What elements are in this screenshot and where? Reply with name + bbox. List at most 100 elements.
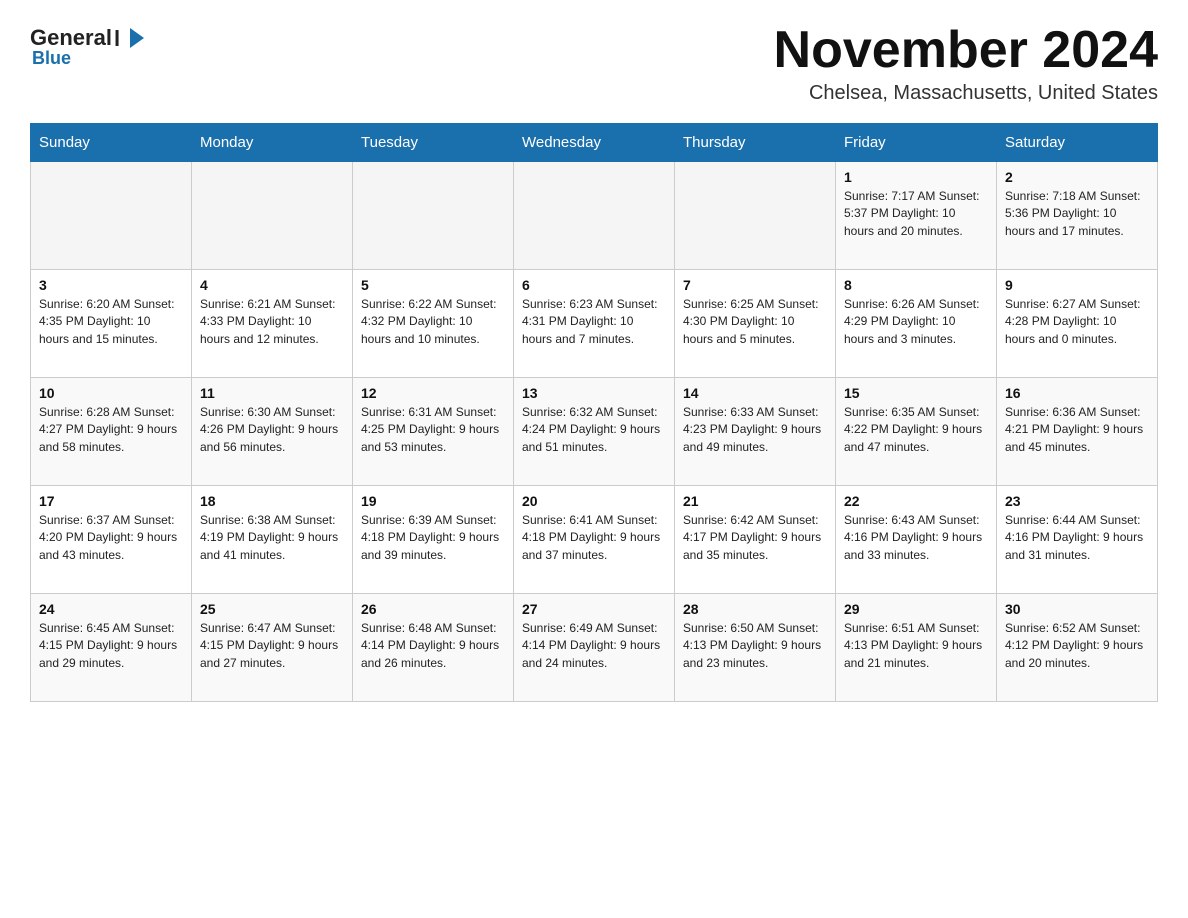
day-info: Sunrise: 6:50 AM Sunset: 4:13 PM Dayligh… xyxy=(683,620,827,672)
day-info: Sunrise: 6:45 AM Sunset: 4:15 PM Dayligh… xyxy=(39,620,183,672)
day-number: 21 xyxy=(683,493,827,509)
calendar-cell: 13Sunrise: 6:32 AM Sunset: 4:24 PM Dayli… xyxy=(514,378,675,486)
calendar-cell: 7 Sunrise: 6:25 AM Sunset: 4:30 PM Daylig… xyxy=(675,270,836,378)
day-info: Sunrise: 6:35 AM Sunset: 4:22 PM Dayligh… xyxy=(844,404,988,456)
week-row-5: 24 Sunrise: 6:45 AM Sunset: 4:15 PM Dayli… xyxy=(31,594,1158,702)
calendar-cell: 25Sunrise: 6:47 AM Sunset: 4:15 PM Dayli… xyxy=(192,594,353,702)
day-number: 2 xyxy=(1005,169,1149,185)
calendar-cell: 19 Sunrise: 6:39 AM Sunset: 4:18 PM Dayli… xyxy=(353,486,514,594)
calendar-cell: 24 Sunrise: 6:45 AM Sunset: 4:15 PM Dayli… xyxy=(31,594,192,702)
week-row-1: 1 Sunrise: 7:17 AM Sunset: 5:37 PM Daylig… xyxy=(31,162,1158,270)
calendar-cell: 10 Sunrise: 6:28 AM Sunset: 4:27 PM Dayli… xyxy=(31,378,192,486)
day-number: 10 xyxy=(39,385,183,401)
day-info: Sunrise: 7:17 AM Sunset: 5:37 PM Dayligh… xyxy=(844,188,988,240)
day-number: 7 xyxy=(683,277,827,293)
calendar-header-row: SundayMondayTuesdayWednesdayThursdayFrid… xyxy=(31,124,1158,162)
day-number: 5 xyxy=(361,277,505,293)
day-info: Sunrise: 6:30 AM Sunset: 4:26 PM Dayligh… xyxy=(200,404,344,456)
day-info: Sunrise: 6:47 AM Sunset: 4:15 PM Dayligh… xyxy=(200,620,344,672)
day-info: Sunrise: 6:21 AM Sunset: 4:33 PM Dayligh… xyxy=(200,296,344,348)
day-number: 11 xyxy=(200,385,344,401)
page-header: General l Blue November 2024 Chelsea, Ma… xyxy=(30,24,1158,105)
calendar-cell: 27Sunrise: 6:49 AM Sunset: 4:14 PM Dayli… xyxy=(514,594,675,702)
day-info: Sunrise: 6:26 AM Sunset: 4:29 PM Dayligh… xyxy=(844,296,988,348)
day-info: Sunrise: 6:25 AM Sunset: 4:30 PM Dayligh… xyxy=(683,296,827,348)
day-info: Sunrise: 6:27 AM Sunset: 4:28 PM Dayligh… xyxy=(1005,296,1149,348)
day-number: 6 xyxy=(522,277,666,293)
day-info: Sunrise: 6:28 AM Sunset: 4:27 PM Dayligh… xyxy=(39,404,183,456)
day-info: Sunrise: 6:38 AM Sunset: 4:19 PM Dayligh… xyxy=(200,512,344,564)
day-number: 15 xyxy=(844,385,988,401)
calendar-cell: 30 Sunrise: 6:52 AM Sunset: 4:12 PM Dayli… xyxy=(997,594,1158,702)
calendar-cell: 15 Sunrise: 6:35 AM Sunset: 4:22 PM Dayli… xyxy=(836,378,997,486)
day-info: Sunrise: 6:48 AM Sunset: 4:14 PM Dayligh… xyxy=(361,620,505,672)
calendar-cell: 6Sunrise: 6:23 AM Sunset: 4:31 PM Daylig… xyxy=(514,270,675,378)
day-number: 24 xyxy=(39,601,183,617)
calendar-cell: 21Sunrise: 6:42 AM Sunset: 4:17 PM Dayli… xyxy=(675,486,836,594)
calendar-cell: 29 Sunrise: 6:51 AM Sunset: 4:13 PM Dayli… xyxy=(836,594,997,702)
calendar-cell xyxy=(514,162,675,270)
calendar-cell: 8 Sunrise: 6:26 AM Sunset: 4:29 PM Daylig… xyxy=(836,270,997,378)
calendar-cell xyxy=(353,162,514,270)
day-info: Sunrise: 6:52 AM Sunset: 4:12 PM Dayligh… xyxy=(1005,620,1149,672)
day-number: 18 xyxy=(200,493,344,509)
day-number: 22 xyxy=(844,493,988,509)
location-subtitle: Chelsea, Massachusetts, United States xyxy=(774,82,1158,105)
day-number: 17 xyxy=(39,493,183,509)
logo: General l Blue xyxy=(30,24,152,69)
svg-text:l: l xyxy=(114,26,120,51)
calendar-cell: 12 Sunrise: 6:31 AM Sunset: 4:25 PM Dayli… xyxy=(353,378,514,486)
calendar-cell: 11 Sunrise: 6:30 AM Sunset: 4:26 PM Dayli… xyxy=(192,378,353,486)
day-number: 4 xyxy=(200,277,344,293)
day-number: 19 xyxy=(361,493,505,509)
day-number: 26 xyxy=(361,601,505,617)
calendar-cell: 5 Sunrise: 6:22 AM Sunset: 4:32 PM Daylig… xyxy=(353,270,514,378)
logo-blue: l xyxy=(112,24,152,52)
calendar-cell: 9 Sunrise: 6:27 AM Sunset: 4:28 PM Daylig… xyxy=(997,270,1158,378)
day-info: Sunrise: 6:31 AM Sunset: 4:25 PM Dayligh… xyxy=(361,404,505,456)
header-friday: Friday xyxy=(836,124,997,162)
day-info: Sunrise: 6:44 AM Sunset: 4:16 PM Dayligh… xyxy=(1005,512,1149,564)
day-info: Sunrise: 7:18 AM Sunset: 5:36 PM Dayligh… xyxy=(1005,188,1149,240)
calendar-cell: 17Sunrise: 6:37 AM Sunset: 4:20 PM Dayli… xyxy=(31,486,192,594)
week-row-2: 3Sunrise: 6:20 AM Sunset: 4:35 PM Daylig… xyxy=(31,270,1158,378)
day-info: Sunrise: 6:51 AM Sunset: 4:13 PM Dayligh… xyxy=(844,620,988,672)
day-info: Sunrise: 6:22 AM Sunset: 4:32 PM Dayligh… xyxy=(361,296,505,348)
month-year-title: November 2024 xyxy=(774,24,1158,76)
calendar-cell: 2 Sunrise: 7:18 AM Sunset: 5:36 PM Daylig… xyxy=(997,162,1158,270)
day-number: 9 xyxy=(1005,277,1149,293)
logo-blue-text: Blue xyxy=(32,48,71,69)
calendar-cell xyxy=(31,162,192,270)
day-number: 23 xyxy=(1005,493,1149,509)
day-number: 14 xyxy=(683,385,827,401)
calendar-cell: 28 Sunrise: 6:50 AM Sunset: 4:13 PM Dayli… xyxy=(675,594,836,702)
day-number: 27 xyxy=(522,601,666,617)
day-number: 8 xyxy=(844,277,988,293)
calendar-cell: 22Sunrise: 6:43 AM Sunset: 4:16 PM Dayli… xyxy=(836,486,997,594)
day-info: Sunrise: 6:32 AM Sunset: 4:24 PM Dayligh… xyxy=(522,404,666,456)
header-sunday: Sunday xyxy=(31,124,192,162)
day-info: Sunrise: 6:39 AM Sunset: 4:18 PM Dayligh… xyxy=(361,512,505,564)
day-number: 28 xyxy=(683,601,827,617)
week-row-3: 10 Sunrise: 6:28 AM Sunset: 4:27 PM Dayli… xyxy=(31,378,1158,486)
calendar-cell: 4 Sunrise: 6:21 AM Sunset: 4:33 PM Daylig… xyxy=(192,270,353,378)
calendar-cell: 26 Sunrise: 6:48 AM Sunset: 4:14 PM Dayli… xyxy=(353,594,514,702)
calendar-cell xyxy=(675,162,836,270)
calendar-cell: 3Sunrise: 6:20 AM Sunset: 4:35 PM Daylig… xyxy=(31,270,192,378)
calendar-cell: 16Sunrise: 6:36 AM Sunset: 4:21 PM Dayli… xyxy=(997,378,1158,486)
week-row-4: 17Sunrise: 6:37 AM Sunset: 4:20 PM Dayli… xyxy=(31,486,1158,594)
calendar-cell: 1 Sunrise: 7:17 AM Sunset: 5:37 PM Daylig… xyxy=(836,162,997,270)
day-number: 30 xyxy=(1005,601,1149,617)
header-tuesday: Tuesday xyxy=(353,124,514,162)
calendar-cell: 14 Sunrise: 6:33 AM Sunset: 4:23 PM Dayli… xyxy=(675,378,836,486)
day-info: Sunrise: 6:41 AM Sunset: 4:18 PM Dayligh… xyxy=(522,512,666,564)
day-number: 12 xyxy=(361,385,505,401)
day-number: 1 xyxy=(844,169,988,185)
calendar-cell: 18 Sunrise: 6:38 AM Sunset: 4:19 PM Dayli… xyxy=(192,486,353,594)
day-number: 20 xyxy=(522,493,666,509)
day-number: 29 xyxy=(844,601,988,617)
title-block: November 2024 Chelsea, Massachusetts, Un… xyxy=(774,24,1158,105)
day-info: Sunrise: 6:33 AM Sunset: 4:23 PM Dayligh… xyxy=(683,404,827,456)
day-number: 16 xyxy=(1005,385,1149,401)
header-thursday: Thursday xyxy=(675,124,836,162)
